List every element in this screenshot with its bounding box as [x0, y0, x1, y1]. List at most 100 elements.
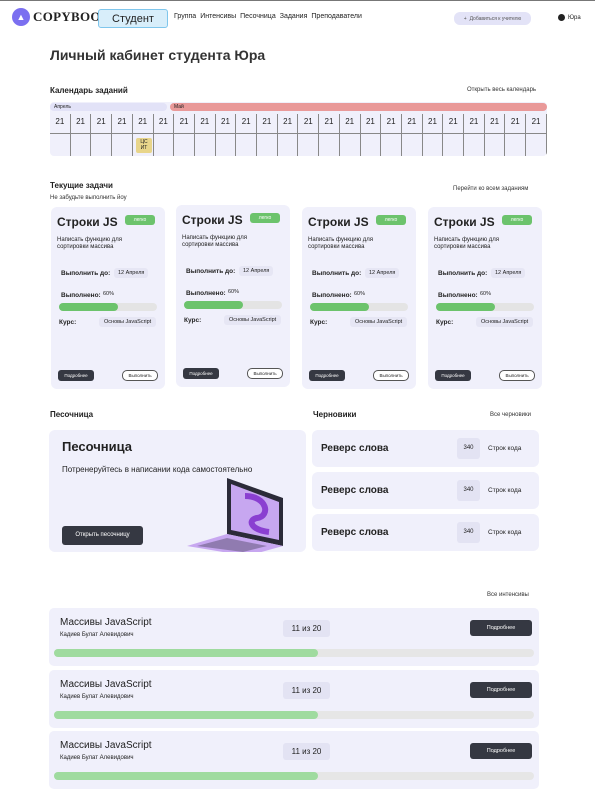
calendar-day[interactable]: 21	[340, 114, 361, 156]
intensive-progress-count: 11 из 20	[283, 743, 330, 760]
calendar-day-number: 21	[241, 117, 251, 126]
calendar-day[interactable]: 21	[381, 114, 402, 156]
calendar-day[interactable]: 21	[505, 114, 527, 156]
calendar-day[interactable]: 21	[361, 114, 382, 156]
due-date: 12 Апреля	[491, 268, 526, 278]
intensive-item: Массивы JavaScript Кадиев Булат Алевидови…	[49, 608, 539, 666]
task-details-button[interactable]: Подробнее	[435, 370, 471, 381]
add-teacher-button[interactable]: + Добавиться к учителю	[454, 12, 531, 25]
open-calendar-link[interactable]: Открыть весь календарь	[467, 87, 536, 93]
page-title: Личный кабинет студента Юра	[50, 47, 266, 63]
calendar-day[interactable]: 21	[91, 114, 113, 156]
calendar-day-number: 21	[428, 117, 437, 126]
calendar-day[interactable]: 21	[278, 114, 299, 156]
intensive-details-button[interactable]: Подробнее	[470, 743, 532, 759]
nav-item-sandbox[interactable]: Песочница	[240, 13, 276, 20]
nav-item-tasks[interactable]: Задания	[280, 13, 308, 20]
course-name: Основы JavaScript	[476, 317, 534, 327]
intensive-progress-bar	[54, 711, 534, 719]
calendar-day[interactable]: 21	[257, 114, 278, 156]
task-progress-bar	[436, 303, 534, 311]
calendar-day[interactable]: 21	[423, 114, 444, 156]
intensive-progress-fill	[54, 711, 318, 719]
calendar-day[interactable]: 21	[216, 114, 237, 156]
task-title: Строки JS	[57, 215, 118, 229]
all-intensives-link[interactable]: Все интенсивы	[487, 592, 529, 598]
calendar-day-number: 21	[469, 117, 479, 126]
task-description: Написать функцию для сортировки массива	[57, 237, 123, 250]
task-details-button[interactable]: Подробнее	[58, 370, 94, 381]
due-label: Выполнить до:	[186, 268, 236, 275]
difficulty-badge: легко	[376, 215, 406, 225]
all-tasks-link[interactable]: Перейти ко всем заданиям	[453, 186, 528, 192]
course-name: Основы JavaScript	[224, 315, 282, 325]
task-description: Написать функцию для сортировки массива	[434, 237, 500, 250]
plus-icon: +	[463, 15, 467, 22]
calendar-day[interactable]: 21	[195, 114, 216, 156]
calendar-day[interactable]: 21	[319, 114, 340, 156]
calendar-day-number: 21	[179, 117, 189, 126]
task-progress-fill	[184, 301, 243, 309]
calendar-day-number: 21	[221, 117, 230, 126]
task-details-button[interactable]: Подробнее	[309, 370, 345, 381]
task-do-button[interactable]: Выполнить	[373, 370, 409, 381]
calendar-day-number: 21	[96, 117, 106, 126]
calendar-day[interactable]: 21	[443, 114, 465, 156]
draft-line-unit: Строк кода	[488, 445, 522, 452]
nav-item-intensives[interactable]: Интенсивы	[200, 13, 236, 20]
calendar-day[interactable]: 21	[50, 114, 71, 156]
task-do-button[interactable]: Выполнить	[499, 370, 535, 381]
calendar-day[interactable]: 21	[485, 114, 506, 156]
draft-item[interactable]: Реверс слова 340 Строк кода	[312, 514, 539, 551]
calendar-day[interactable]: 21	[526, 114, 547, 156]
task-do-button[interactable]: Выполнить	[247, 368, 283, 379]
task-progress-fill	[310, 303, 369, 311]
calendar-day-number: 21	[303, 117, 313, 126]
draft-line-count: 340	[457, 480, 480, 501]
calendar-strip: Апрель Май 21 21 21 21 21 21 21 21 21 21 21 21 21 21 2…	[50, 102, 547, 156]
draft-item[interactable]: Реверс слова 340 Строк кода	[312, 472, 539, 509]
intensive-progress-bar	[54, 649, 534, 657]
difficulty-badge: легко	[502, 215, 532, 225]
nav-item-teachers[interactable]: Преподаватели	[311, 13, 362, 20]
calendar-day[interactable]: 21	[298, 114, 320, 156]
role-switch-button[interactable]: Студент	[98, 9, 168, 28]
logo[interactable]: ▲ COPYBOOK	[12, 8, 111, 26]
intensive-name: Массивы JavaScript	[60, 679, 152, 690]
calendar-day-number: 21	[283, 117, 293, 126]
intensive-author: Кадиев Булат Алевидович	[60, 755, 134, 761]
nav-item-group[interactable]: Группа	[174, 13, 196, 20]
due-date: 12 Апреля	[365, 268, 400, 278]
calendar-day-number: 21	[117, 117, 127, 126]
task-details-button[interactable]: Подробнее	[183, 368, 219, 379]
calendar-day[interactable]: 21	[236, 114, 258, 156]
done-percent: 60%	[103, 291, 115, 297]
calendar-day[interactable]: 21	[154, 114, 175, 156]
calendar-day-number: 21	[365, 117, 375, 126]
task-title: Строки JS	[308, 215, 369, 229]
calendar-day-number: 21	[345, 117, 355, 126]
draft-item[interactable]: Реверс слова 340 Строк кода	[312, 430, 539, 467]
user-icon	[558, 14, 565, 21]
task-progress-bar	[184, 301, 282, 309]
user-menu[interactable]: Юра	[558, 14, 581, 21]
open-sandbox-button[interactable]: Открыть песочницу	[62, 526, 143, 545]
draft-line-unit: Строк кода	[488, 529, 522, 536]
calendar-day-number: 21	[448, 117, 458, 126]
calendar-day[interactable]: 21	[112, 114, 133, 156]
draft-line-count: 340	[457, 522, 480, 543]
intensive-item: Массивы JavaScript Кадиев Булат Алевидови…	[49, 731, 539, 789]
task-do-button[interactable]: Выполнить	[122, 370, 158, 381]
task-progress-bar	[310, 303, 408, 311]
intensive-details-button[interactable]: Подробнее	[470, 682, 532, 698]
calendar-event[interactable]: ЦС ИТ	[136, 138, 152, 153]
due-date: 12 Апреля	[114, 268, 149, 278]
calendar-day[interactable]: 21	[402, 114, 423, 156]
calendar-day[interactable]: 21	[174, 114, 195, 156]
intensive-details-button[interactable]: Подробнее	[470, 620, 532, 636]
calendar-day-number: 21	[407, 117, 417, 126]
all-drafts-link[interactable]: Все черновики	[490, 412, 531, 418]
calendar-day[interactable]: 21	[71, 114, 92, 156]
calendar-day[interactable]: 21	[464, 114, 485, 156]
task-card: Строки JS легко Написать функцию для сорти…	[176, 205, 290, 387]
